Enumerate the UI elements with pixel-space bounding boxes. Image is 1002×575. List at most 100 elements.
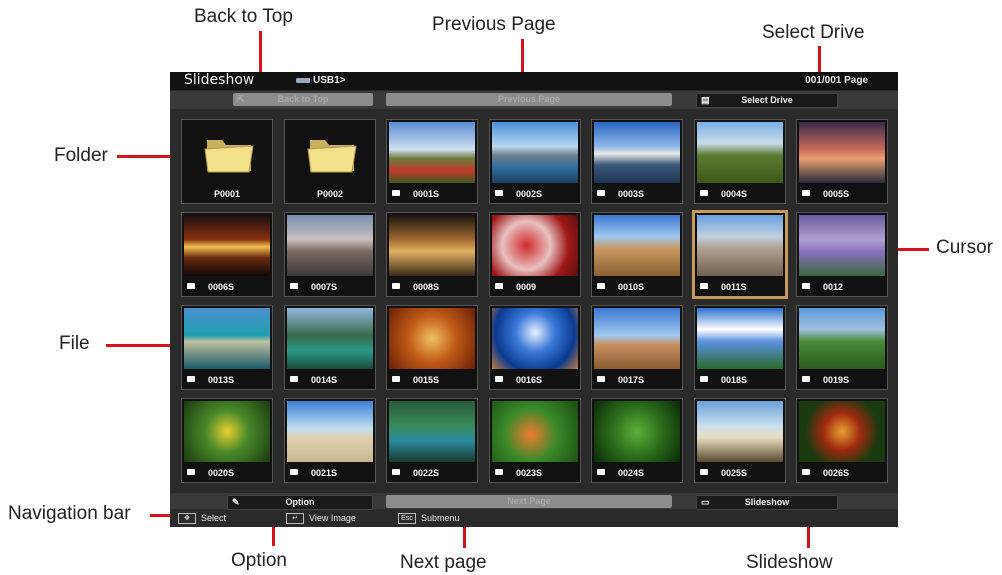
thumbnail-name: 0013S [208, 375, 235, 385]
camera-icon [392, 190, 400, 196]
thumbnail-caption: 0017S [592, 371, 682, 389]
file-item[interactable]: 0012 [796, 212, 888, 297]
option-icon: ✎ [232, 497, 240, 507]
file-item[interactable]: 0001S [386, 119, 478, 204]
thumbnail-caption: 0024S [592, 464, 682, 482]
file-item[interactable]: 0017S [591, 305, 683, 390]
file-item[interactable]: 0006S [181, 212, 273, 297]
thumbnail-caption: 0013S [182, 371, 272, 389]
file-item[interactable]: 0014S [284, 305, 376, 390]
drive-path: USB1> [296, 75, 346, 86]
file-item[interactable]: 0022S [386, 398, 478, 483]
file-item[interactable]: 0025S [694, 398, 786, 483]
file-item[interactable]: 0005S [796, 119, 888, 204]
select-drive-button[interactable]: ▤ Select Drive [696, 93, 838, 108]
thumbnail-caption: 0007S [285, 278, 375, 296]
help-view-image-label: View Image [309, 513, 356, 523]
folder-icon [204, 134, 254, 174]
thumbnail-caption: P0001 [182, 185, 272, 203]
thumbnail-caption: 0025S [695, 464, 785, 482]
file-item[interactable]: 0009 [489, 212, 581, 297]
camera-icon [597, 283, 605, 289]
esc-key-icon: Esc [398, 513, 416, 525]
thumbnail-name: P0002 [316, 189, 344, 199]
previous-page-button[interactable]: Previous Page [386, 93, 672, 106]
thumbnail-name: 0005S [823, 189, 850, 199]
thumbnail-name: 0001S [413, 189, 440, 199]
thumbnail-name: 0009 [516, 282, 537, 292]
camera-icon [700, 469, 708, 475]
photo-thumbnail [389, 215, 475, 276]
camera-icon [495, 469, 503, 475]
camera-icon [802, 283, 810, 289]
title-bar: Slideshow USB1> 001/001 Page [170, 72, 898, 90]
drive-icon: ▤ [701, 95, 710, 105]
photo-thumbnail [594, 215, 680, 276]
file-item[interactable]: 0015S [386, 305, 478, 390]
thumbnail-caption: 0011S [695, 278, 785, 296]
slideshow-label: Slideshow [744, 497, 790, 507]
folder-item[interactable]: P0001 [181, 119, 273, 204]
photo-thumbnail [697, 401, 783, 462]
camera-icon [187, 376, 195, 382]
file-item[interactable]: 0004S [694, 119, 786, 204]
file-item[interactable]: 0010S [591, 212, 683, 297]
option-button[interactable]: ✎ Option [227, 495, 373, 510]
thumbnail-name: 0021S [311, 468, 338, 478]
thumbnail-caption: 0023S [490, 464, 580, 482]
thumbnail-name: 0008S [413, 282, 440, 292]
thumbnail-caption: 0019S [797, 371, 887, 389]
slideshow-button[interactable]: ▭ Slideshow [696, 495, 838, 510]
thumbnail-caption: 0010S [592, 278, 682, 296]
photo-thumbnail [492, 215, 578, 276]
file-item[interactable]: 0021S [284, 398, 376, 483]
enter-key-icon: ↵ [286, 513, 304, 525]
file-item[interactable]: 0020S [181, 398, 273, 483]
thumbnail-name: 0019S [823, 375, 850, 385]
file-item[interactable]: 0002S [489, 119, 581, 204]
thumbnail-name: 0015S [413, 375, 440, 385]
thumbnail-name: 0004S [721, 189, 748, 199]
file-item-selected[interactable]: 0011S [692, 210, 788, 299]
app-title: Slideshow [184, 72, 255, 88]
file-item[interactable]: 0018S [694, 305, 786, 390]
callout-option: Option [231, 550, 287, 571]
callout-navigation-bar: Navigation bar [8, 503, 131, 524]
camera-icon [802, 190, 810, 196]
back-to-top-button[interactable]: ⇱ Back to Top [233, 93, 373, 106]
back-to-top-icon: ⇱ [237, 94, 245, 104]
thumbnail-caption: 0012 [797, 278, 887, 296]
camera-icon [495, 190, 503, 196]
photo-thumbnail [287, 401, 373, 462]
file-item[interactable]: 0003S [591, 119, 683, 204]
camera-icon [700, 376, 708, 382]
file-item[interactable]: 0007S [284, 212, 376, 297]
option-label: Option [285, 497, 315, 507]
file-item[interactable]: 0023S [489, 398, 581, 483]
file-item[interactable]: 0024S [591, 398, 683, 483]
camera-icon [597, 376, 605, 382]
previous-page-label: Previous Page [497, 94, 561, 104]
photo-thumbnail [184, 308, 270, 369]
callout-next-page: Next page [400, 552, 487, 573]
help-select-label: Select [201, 513, 227, 523]
camera-icon [187, 283, 195, 289]
file-item[interactable]: 0013S [181, 305, 273, 390]
thumbnail-name: P0001 [213, 189, 241, 199]
thumbnail-name: 0002S [516, 189, 543, 199]
photo-thumbnail [594, 308, 680, 369]
help-view-image: ↵ View Image [286, 513, 356, 525]
folder-item[interactable]: P0002 [284, 119, 376, 204]
slideshow-screen: Slideshow USB1> 001/001 Page ⇱ Back to T… [170, 72, 898, 527]
thumbnail-caption: P0002 [285, 185, 375, 203]
camera-icon [597, 469, 605, 475]
file-item[interactable]: 0019S [796, 305, 888, 390]
thumbnail-name: 0022S [413, 468, 440, 478]
next-page-button[interactable]: Next Page [386, 495, 672, 508]
thumbnail-caption: 0003S [592, 185, 682, 203]
file-item[interactable]: 0026S [796, 398, 888, 483]
file-item[interactable]: 0016S [489, 305, 581, 390]
file-item[interactable]: 0008S [386, 212, 478, 297]
thumbnail-name: 0007S [311, 282, 338, 292]
help-select: ✥ Select [178, 513, 227, 525]
